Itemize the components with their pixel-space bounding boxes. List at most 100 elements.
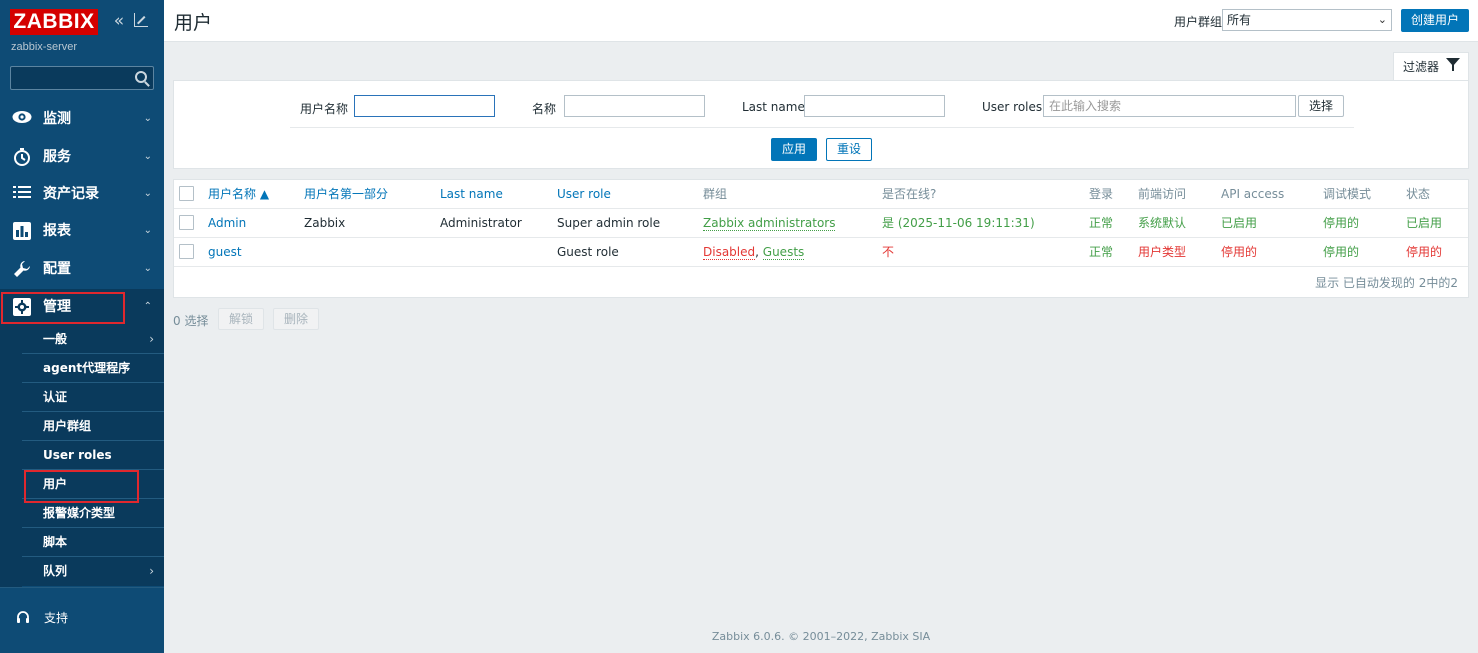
chevron-down-icon: ⌄ xyxy=(143,225,152,236)
select-all-checkbox[interactable] xyxy=(179,186,194,201)
filter-tab[interactable]: 过滤器 xyxy=(1393,52,1469,81)
users-table: 用户名称 ▲ 用户名第一部分 Last name User role 群组 是否… xyxy=(173,179,1469,298)
create-user-button[interactable]: 创建用户 xyxy=(1401,9,1469,32)
nav-monitoring-label: 监测 xyxy=(43,111,71,127)
col-debug-header: 调试模式 xyxy=(1323,187,1372,201)
delete-button[interactable]: 删除 xyxy=(273,308,319,330)
username-link[interactable]: guest xyxy=(208,238,242,266)
nav-services-label: 服务 xyxy=(43,149,71,165)
user-groups: Disabled, Guests xyxy=(703,238,805,266)
filter-panel: 用户名称 名称 Last name User roles 在此输入搜索 选择 应… xyxy=(173,80,1469,169)
chevron-down-icon: ⌄ xyxy=(1377,13,1387,26)
reset-button[interactable]: 重设 xyxy=(826,138,872,161)
api-access: 停用的 xyxy=(1221,245,1258,259)
selected-count: 0 选择 xyxy=(173,314,209,328)
wrench-icon xyxy=(12,260,32,278)
group-link[interactable]: Disabled xyxy=(703,245,756,260)
filter-name-label: 名称 xyxy=(532,102,557,116)
filter-lastname-input[interactable] xyxy=(804,95,945,117)
submenu-label: 用户群组 xyxy=(43,419,92,433)
col-username-header[interactable]: 用户名称 ▲ xyxy=(208,180,269,208)
col-groups-header: 群组 xyxy=(703,187,728,201)
nav-configuration-label: 配置 xyxy=(43,261,71,277)
logo-row: ZABBIX « xyxy=(10,9,160,35)
filter-icon xyxy=(1446,58,1460,71)
submenu-label: 队列 xyxy=(43,564,68,578)
col-online-header: 是否在线? xyxy=(882,187,937,201)
zabbix-logo[interactable]: ZABBIX xyxy=(10,9,98,35)
chevron-down-icon: ⌄ xyxy=(143,263,152,274)
user-status[interactable]: 停用的 xyxy=(1406,238,1442,266)
nav-services[interactable]: 服务 ⌄ xyxy=(0,139,164,175)
unlock-button[interactable]: 解锁 xyxy=(218,308,264,330)
submenu-item-scripts[interactable]: 脚本 xyxy=(22,528,164,557)
submenu-label: User roles xyxy=(43,448,112,462)
filter-roles-input[interactable]: 在此输入搜索 xyxy=(1043,95,1296,117)
sidebar-bottom-nav: 支持 xyxy=(0,587,164,653)
nav-configuration[interactable]: 配置 ⌄ xyxy=(0,251,164,287)
group-link[interactable]: Guests xyxy=(762,245,805,260)
filter-name-input[interactable] xyxy=(564,95,705,117)
debug-mode: 停用的 xyxy=(1323,216,1360,230)
user-status[interactable]: 已启用 xyxy=(1406,209,1442,237)
user-role: Guest role xyxy=(557,245,619,259)
submenu-label: 脚本 xyxy=(43,535,68,549)
submenu-label: 用户 xyxy=(43,477,68,491)
submenu-item-proxies[interactable]: agent代理程序 xyxy=(22,354,164,383)
collapse-sidebar-icon[interactable]: « xyxy=(110,12,128,30)
submenu-item-users[interactable]: 用户 xyxy=(22,470,164,499)
filter-tab-label: 过滤器 xyxy=(1403,60,1440,74)
apply-button[interactable]: 应用 xyxy=(771,138,817,161)
col-role-header[interactable]: User role xyxy=(557,180,611,208)
col-api-header: API access xyxy=(1221,187,1285,201)
search-icon[interactable] xyxy=(135,71,147,83)
sidebar-search-input[interactable] xyxy=(11,67,126,89)
bar-chart-icon xyxy=(12,222,32,240)
filter-roles-select-button[interactable]: 选择 xyxy=(1298,95,1344,117)
col-login-header: 登录 xyxy=(1089,187,1114,201)
submenu-indent xyxy=(0,325,22,587)
nav-support[interactable]: 支持 xyxy=(0,603,164,633)
table-row: Admin Zabbix Administrator Super admin r… xyxy=(174,209,1468,238)
user-group-select-value: 所有 xyxy=(1227,13,1252,27)
filter-roles-label: User roles xyxy=(982,100,1043,114)
submenu-item-user-groups[interactable]: 用户群组 xyxy=(22,412,164,441)
filter-username-input[interactable] xyxy=(354,95,495,117)
username-link[interactable]: Admin xyxy=(208,209,246,237)
nav-administration[interactable]: 管理 ⌃ xyxy=(0,289,164,325)
submenu-item-general[interactable]: 一般 › xyxy=(22,325,164,354)
nav-inventory-label: 资产记录 xyxy=(43,186,99,202)
submenu-item-user-roles[interactable]: User roles xyxy=(22,441,164,470)
sidebar-search xyxy=(10,66,154,90)
online-status: 是 (2025-11-06 19:11:31) xyxy=(882,216,1035,230)
user-lastname: Administrator xyxy=(440,216,522,230)
filter-divider xyxy=(290,127,1354,128)
user-group-select[interactable]: 所有 ⌄ xyxy=(1222,9,1392,31)
list-icon xyxy=(12,185,32,203)
filter-username-label: 用户名称 xyxy=(300,102,349,116)
group-link[interactable]: Zabbix administrators xyxy=(703,216,836,231)
nav-inventory[interactable]: 资产记录 ⌄ xyxy=(0,176,164,212)
user-name: Zabbix xyxy=(304,216,346,230)
nav-monitoring[interactable]: 监测 ⌄ xyxy=(0,101,164,137)
col-name-header[interactable]: 用户名第一部分 xyxy=(304,180,388,208)
chevron-down-icon: ⌄ xyxy=(143,113,152,124)
submenu-item-media-types[interactable]: 报警媒介类型 xyxy=(22,499,164,528)
submenu-item-authentication[interactable]: 认证 xyxy=(22,383,164,412)
nav-reports[interactable]: 报表 ⌄ xyxy=(0,213,164,249)
row-checkbox[interactable] xyxy=(179,215,194,230)
nav-administration-label: 管理 xyxy=(43,299,71,315)
col-lastname-header[interactable]: Last name xyxy=(440,180,503,208)
sidebar: ZABBIX « zabbix-server 监测 ⌄ 服务 ⌄ 资产记录 ⌄ … xyxy=(0,0,164,653)
page-title: 用户 xyxy=(174,12,213,34)
chevron-down-icon: ⌄ xyxy=(143,188,152,199)
login-status: 正常 xyxy=(1089,216,1114,230)
headset-icon xyxy=(16,611,30,625)
chevron-right-icon: › xyxy=(149,564,154,578)
kiosk-mode-icon[interactable] xyxy=(134,13,148,27)
group-separator: , xyxy=(755,245,763,259)
frontend-access: 系统默认 xyxy=(1138,216,1187,230)
submenu-label: 认证 xyxy=(43,390,68,404)
row-checkbox[interactable] xyxy=(179,244,194,259)
submenu-item-queue[interactable]: 队列 › xyxy=(22,557,164,586)
